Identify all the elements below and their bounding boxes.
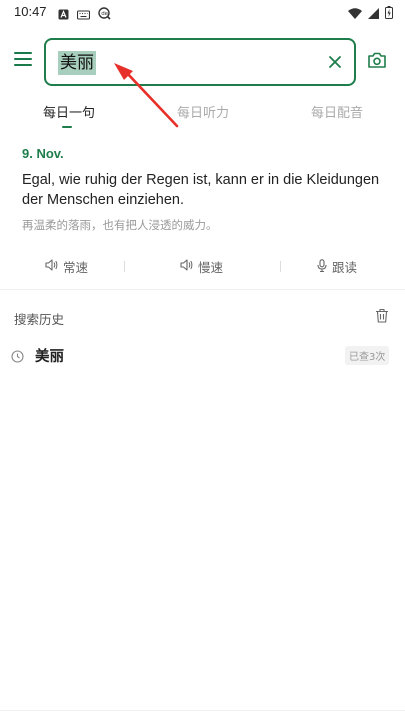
lookup-count-badge: 已查3次	[345, 346, 390, 365]
trash-icon[interactable]	[375, 308, 389, 323]
search-box[interactable]: 美丽	[44, 38, 356, 86]
tab-indicator	[62, 126, 72, 128]
status-bar: 10:47 de	[0, 0, 405, 26]
camera-icon[interactable]	[367, 51, 387, 69]
read-along-button[interactable]: 跟读	[317, 257, 357, 276]
tab-daily-dubbing[interactable]: 每日配音	[311, 102, 363, 121]
tab-bar: 每日一句 每日听力 每日配音	[0, 100, 405, 130]
daily-translation: 再温柔的落雨，也有把人浸透的威力。	[22, 218, 218, 232]
history-word: 美丽	[35, 349, 64, 365]
normal-speed-button[interactable]: 常速	[45, 257, 88, 276]
wifi-icon	[348, 4, 362, 23]
speaker-icon	[45, 259, 58, 274]
translate-app-icon: de	[98, 5, 111, 24]
bottom-divider	[0, 710, 405, 711]
search-history-title: 搜索历史	[14, 312, 65, 327]
menu-icon[interactable]	[14, 52, 32, 68]
daily-sentence: Egal, wie ruhig der Regen ist, kann er i…	[22, 172, 380, 208]
tab-daily-listening[interactable]: 每日听力	[177, 102, 229, 121]
divider	[280, 261, 281, 272]
normal-speed-label: 常速	[63, 260, 89, 275]
status-time: 10:47	[14, 4, 47, 19]
battery-icon	[385, 4, 393, 23]
search-input[interactable]: 美丽	[58, 51, 96, 75]
keyboard-icon	[76, 5, 91, 24]
close-icon[interactable]	[325, 52, 345, 72]
daily-date: 9. Nov.	[22, 146, 64, 161]
tab-daily-sentence[interactable]: 每日一句	[43, 102, 95, 121]
read-along-label: 跟读	[332, 260, 358, 275]
status-icons-right	[348, 4, 393, 23]
section-separator	[0, 289, 405, 290]
clock-icon	[11, 348, 24, 363]
divider	[124, 261, 125, 272]
signal-icon	[368, 4, 379, 23]
status-icons-left: de	[58, 5, 111, 24]
slow-speed-label: 慢速	[198, 260, 224, 275]
slow-speed-button[interactable]: 慢速	[180, 257, 223, 276]
svg-text:de: de	[101, 11, 108, 17]
microphone-icon	[317, 258, 327, 275]
speaker-icon	[180, 259, 193, 274]
history-item[interactable]: 美丽 已查3次	[0, 340, 405, 370]
notification-a-icon	[58, 5, 69, 24]
audio-actions: 常速 慢速 跟读	[0, 255, 405, 277]
